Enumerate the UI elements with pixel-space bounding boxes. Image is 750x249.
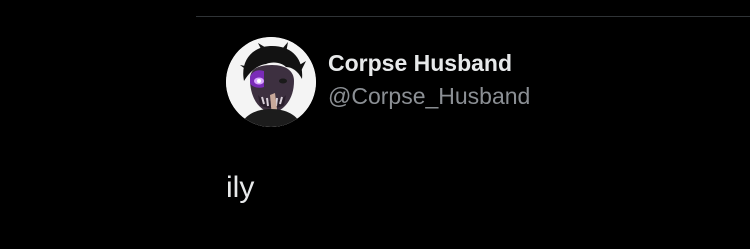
- avatar-image: [226, 37, 316, 127]
- author-avatar[interactable]: [226, 37, 316, 127]
- author-display-name[interactable]: Corpse Husband: [328, 52, 512, 75]
- author-handle[interactable]: @Corpse_Husband: [328, 85, 530, 108]
- tweet-card[interactable]: Corpse Husband @Corpse_Husband ily: [0, 17, 750, 249]
- tweet-text: ily: [226, 171, 255, 204]
